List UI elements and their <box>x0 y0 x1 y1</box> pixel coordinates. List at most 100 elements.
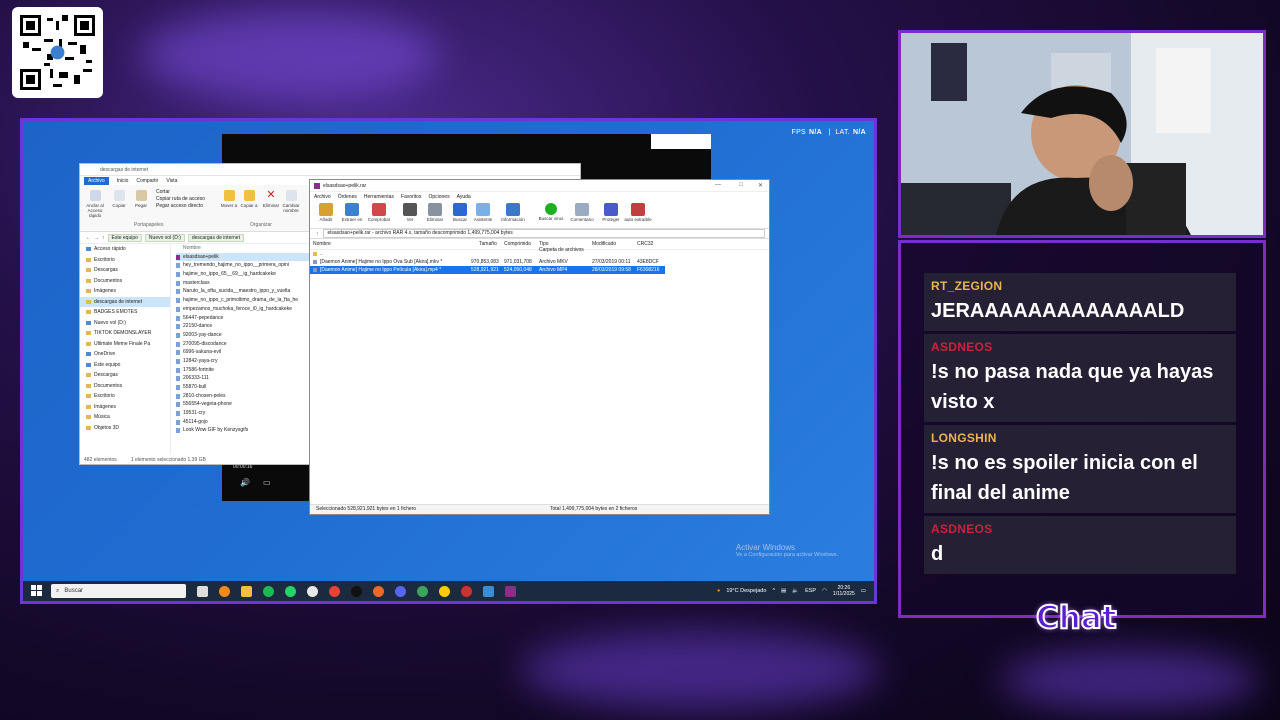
app-icon[interactable] <box>417 585 428 597</box>
menu-item[interactable]: Órdenes <box>338 194 357 200</box>
menu-item[interactable]: Opciones <box>428 194 449 200</box>
toolbar-button[interactable]: auto extraíble <box>621 203 655 222</box>
toolbar-button[interactable]: Añadir <box>313 203 339 222</box>
forward-arrow-icon[interactable]: → <box>94 235 99 241</box>
app-icon[interactable] <box>483 585 494 597</box>
file-row[interactable]: 56447-pepedance <box>176 314 311 323</box>
nav-item[interactable]: Acceso rápido <box>80 244 170 255</box>
breadcrumb-2[interactable]: Nuevo vol (D:) <box>144 233 185 242</box>
menu-item[interactable]: Archivo <box>314 194 331 200</box>
copy-path-button[interactable]: Copiar ruta de acceso <box>156 196 224 203</box>
file-row[interactable]: Look Wow GIF by Kenzysgifs <box>176 426 311 435</box>
archive-row[interactable]: [Daemon Anime] Hajime no Ippo Película [… <box>310 266 665 274</box>
file-row[interactable]: 12842-yaya-cry <box>176 357 311 366</box>
file-row[interactable]: 206333-111 <box>176 374 311 383</box>
close-icon[interactable]: ✕ <box>758 182 763 189</box>
paste-shortcut-button[interactable]: Pegar acceso directo <box>156 203 224 210</box>
move-to-button[interactable]: Mover a <box>218 190 240 208</box>
subtitles-icon[interactable]: ▭ <box>263 478 271 487</box>
toolbar-button[interactable]: Buscar virus <box>534 203 568 221</box>
file-row[interactable]: hey_tremendo_hajime_no_ippo__primera_opi… <box>176 261 311 270</box>
col-modified[interactable]: Modificado <box>592 241 616 247</box>
nav-item[interactable]: Escritorio <box>80 391 170 402</box>
nav-item[interactable]: Documentos <box>80 381 170 392</box>
nav-item[interactable]: Música <box>80 412 170 423</box>
col-crc[interactable]: CRC32 <box>637 241 653 247</box>
nav-item[interactable]: Ultimate Meme Finale Pa <box>80 339 170 350</box>
file-row[interactable]: 2810-chosen-peles <box>176 392 311 401</box>
file-row[interactable]: hajime_no_ippo_65__69__ig_hardcakeke <box>176 270 311 279</box>
winrar-titlebar[interactable]: elsasdsao+pelik.rar — □ ✕ <box>310 180 769 192</box>
nav-item[interactable]: Este equipo <box>80 360 170 371</box>
app-icon[interactable] <box>461 585 472 597</box>
file-row[interactable]: 270095-discodance <box>176 340 311 349</box>
file-explorer-icon[interactable] <box>241 585 252 597</box>
network-icon[interactable]: ▤ <box>781 588 786 594</box>
nav-item[interactable]: BADGES EMOTES <box>80 307 170 318</box>
nav-item[interactable]: descargas de internet <box>80 296 170 307</box>
paste-button[interactable]: Pegar <box>130 190 152 208</box>
nav-item[interactable]: Objetos 3D <box>80 423 170 434</box>
file-row[interactable]: 17586-fortnite <box>176 366 311 375</box>
spotify-icon[interactable] <box>263 585 274 597</box>
file-row[interactable]: Naruto_la_ofta_sucida__maestro_ippo_y_vu… <box>176 287 311 296</box>
winrar-path[interactable]: elsasdsao+pelik.rar - archivo RAR 4.x, t… <box>322 229 765 238</box>
breadcrumb-3[interactable]: descargas de internet <box>187 233 244 242</box>
tab-vista[interactable]: Vista <box>166 178 177 184</box>
nav-item[interactable]: TIKTOK DEMONSLAYER <box>80 328 170 339</box>
toolbar-button[interactable]: Asistente <box>470 203 496 222</box>
chrome-icon[interactable] <box>329 585 340 597</box>
whatsapp-icon[interactable] <box>285 585 296 597</box>
delete-button[interactable]: ✕ Eliminar <box>260 190 282 209</box>
menu-item[interactable]: Herramientas <box>364 194 394 200</box>
winrar-taskbar-icon[interactable] <box>505 585 516 597</box>
language-indicator[interactable]: ESP <box>805 588 816 594</box>
discord-icon[interactable] <box>395 585 406 597</box>
nav-item[interactable]: OneDrive <box>80 349 170 360</box>
file-row[interactable]: 6996-sakuna-evil <box>176 348 311 357</box>
nav-item[interactable]: Nuevo vol (D:) <box>80 318 170 329</box>
archive-row[interactable]: .. Carpeta de archivos <box>310 247 769 258</box>
file-row[interactable]: masterclass <box>176 279 311 288</box>
menu-item[interactable]: Ayuda <box>457 194 471 200</box>
app-icon[interactable] <box>439 585 450 597</box>
archive-row[interactable]: [Daemon Anime] Hajime no Ippo Ova Sub [A… <box>310 258 769 266</box>
vlc-icon[interactable] <box>219 585 230 597</box>
notifications-icon[interactable]: ▭ <box>861 588 866 594</box>
file-row[interactable]: 55870-bull <box>176 383 311 392</box>
col-size[interactable]: Tamaño <box>479 241 497 247</box>
copy-button[interactable]: Copiar <box>108 190 130 208</box>
back-arrow-icon[interactable]: ← <box>86 235 91 241</box>
tab-compartir[interactable]: Compartir <box>136 178 158 184</box>
wifi-icon[interactable]: ◠ <box>822 588 827 594</box>
clock[interactable]: 20:26 1/11/2025 <box>833 585 855 598</box>
task-view-icon[interactable] <box>197 585 208 597</box>
file-row[interactable]: empezamos_muchoka_feroce_i0_ig_hardcakek… <box>176 305 311 314</box>
breadcrumb-1[interactable]: Este equipo <box>107 233 142 242</box>
app-icon[interactable] <box>373 585 384 597</box>
toolbar-button[interactable]: Ver <box>397 203 423 222</box>
nav-item[interactable]: Imágenes <box>80 286 170 297</box>
col-packed[interactable]: Comprimido <box>504 241 531 247</box>
col-name[interactable]: Nombre <box>313 241 331 247</box>
weather-text[interactable]: 19°C Despejado <box>726 588 766 594</box>
volume-icon[interactable]: 🔈 <box>792 588 799 594</box>
file-row[interactable]: 45114-gojo <box>176 418 311 427</box>
toolbar-button[interactable]: Información <box>500 203 526 222</box>
up-folder-icon[interactable]: ↑ <box>316 231 319 237</box>
nav-item[interactable]: Documentos <box>80 276 170 287</box>
file-row[interactable]: 556554-vegeta-phone <box>176 400 311 409</box>
toolbar-button[interactable]: Extraer en <box>339 203 365 222</box>
windows-start-icon[interactable] <box>31 585 43 597</box>
cut-button[interactable]: Cortar <box>156 189 224 196</box>
copy-to-button[interactable]: Copiar a <box>238 190 260 208</box>
file-row[interactable]: hajime_no_ippo_c_primoltimo_drama_de_la_… <box>176 296 311 305</box>
nav-item[interactable]: Descargas <box>80 370 170 381</box>
nav-item[interactable]: Imágenes <box>80 402 170 413</box>
tray-chevron-icon[interactable]: ^ <box>772 588 775 594</box>
nav-item[interactable]: Escritorio <box>80 255 170 266</box>
file-row[interactable]: elsasdsao+pelik <box>176 252 311 262</box>
file-row[interactable]: 19531-cry <box>176 409 311 418</box>
menu-item[interactable]: Favoritos <box>401 194 422 200</box>
tab-archivo[interactable]: Archivo <box>84 176 109 185</box>
